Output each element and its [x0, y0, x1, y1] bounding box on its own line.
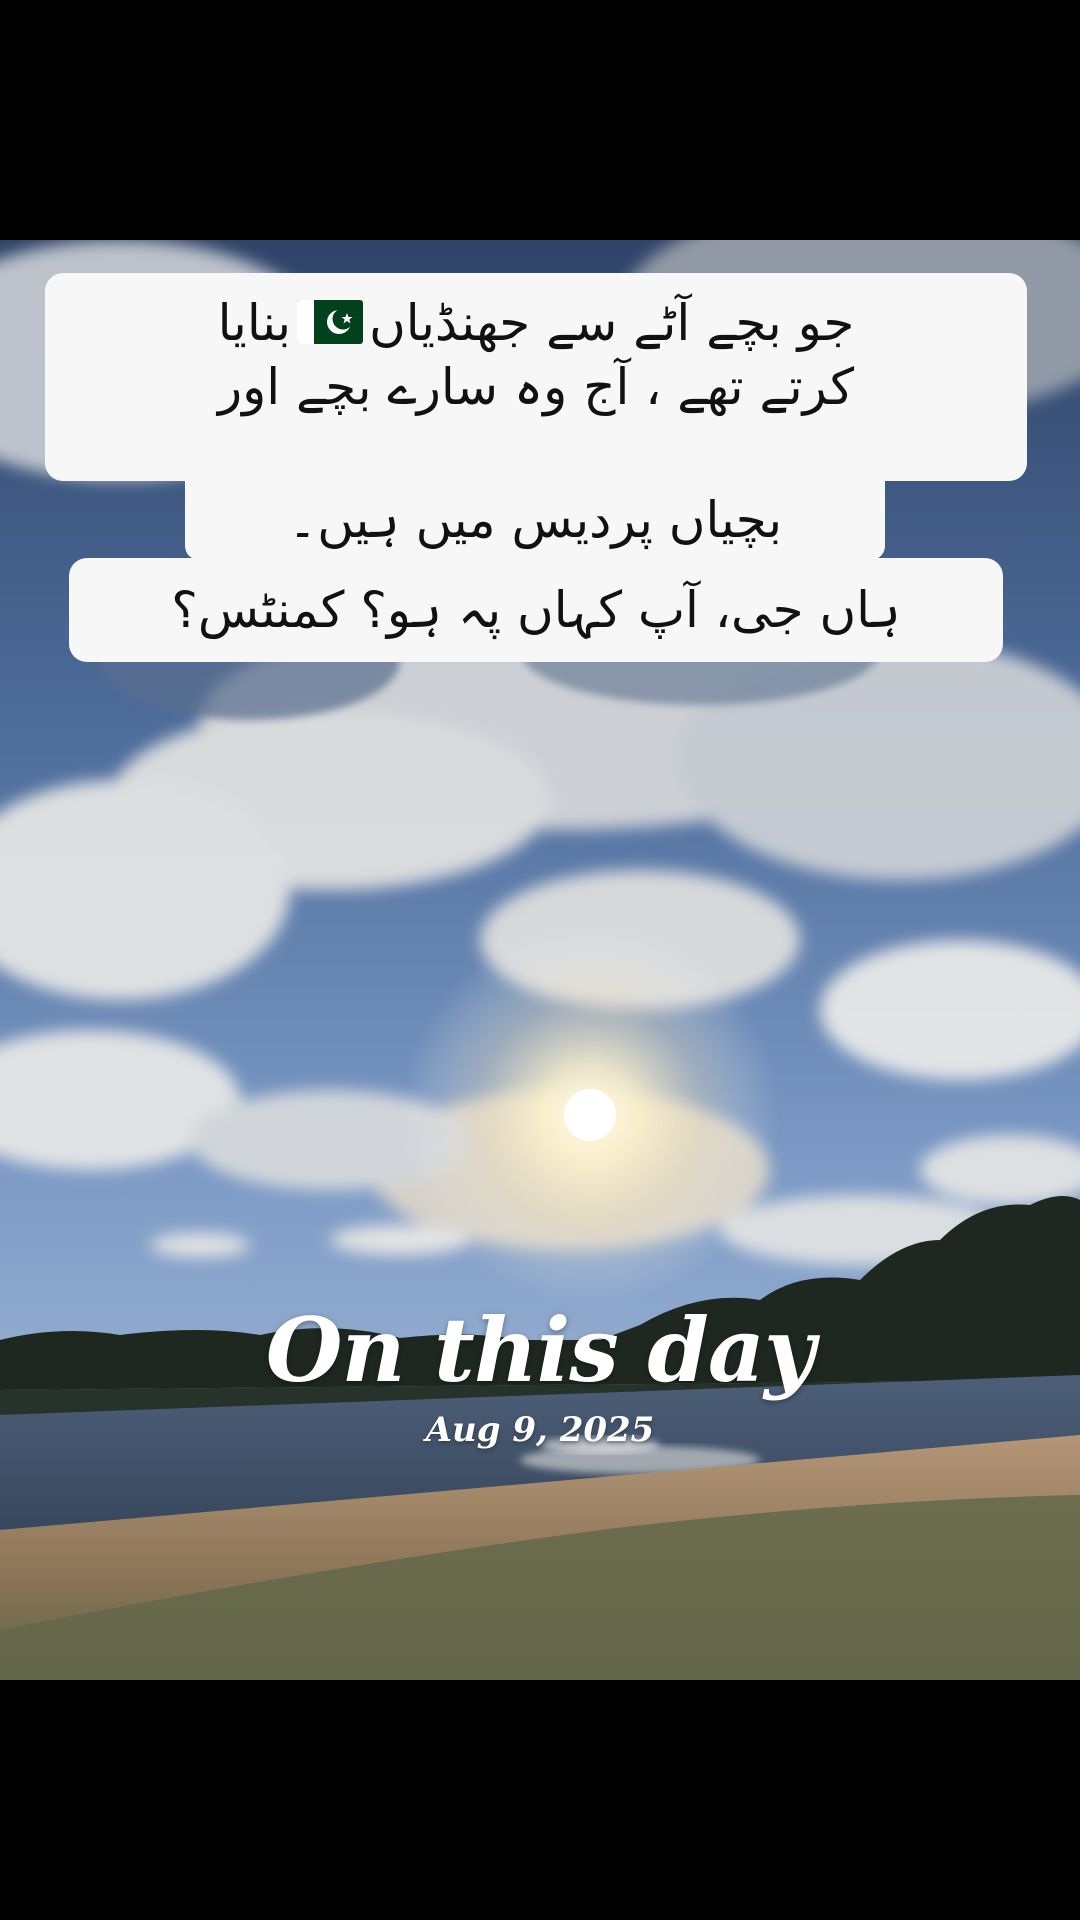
background-photo: [0, 240, 1080, 1680]
memory-date: Aug 9, 2025: [425, 1410, 655, 1450]
letterbox-bottom: [0, 1680, 1080, 1920]
lake-sunset-scene: [0, 240, 1080, 1680]
letterbox-top: [0, 0, 1080, 240]
memory-title: On this day: [265, 1298, 815, 1402]
